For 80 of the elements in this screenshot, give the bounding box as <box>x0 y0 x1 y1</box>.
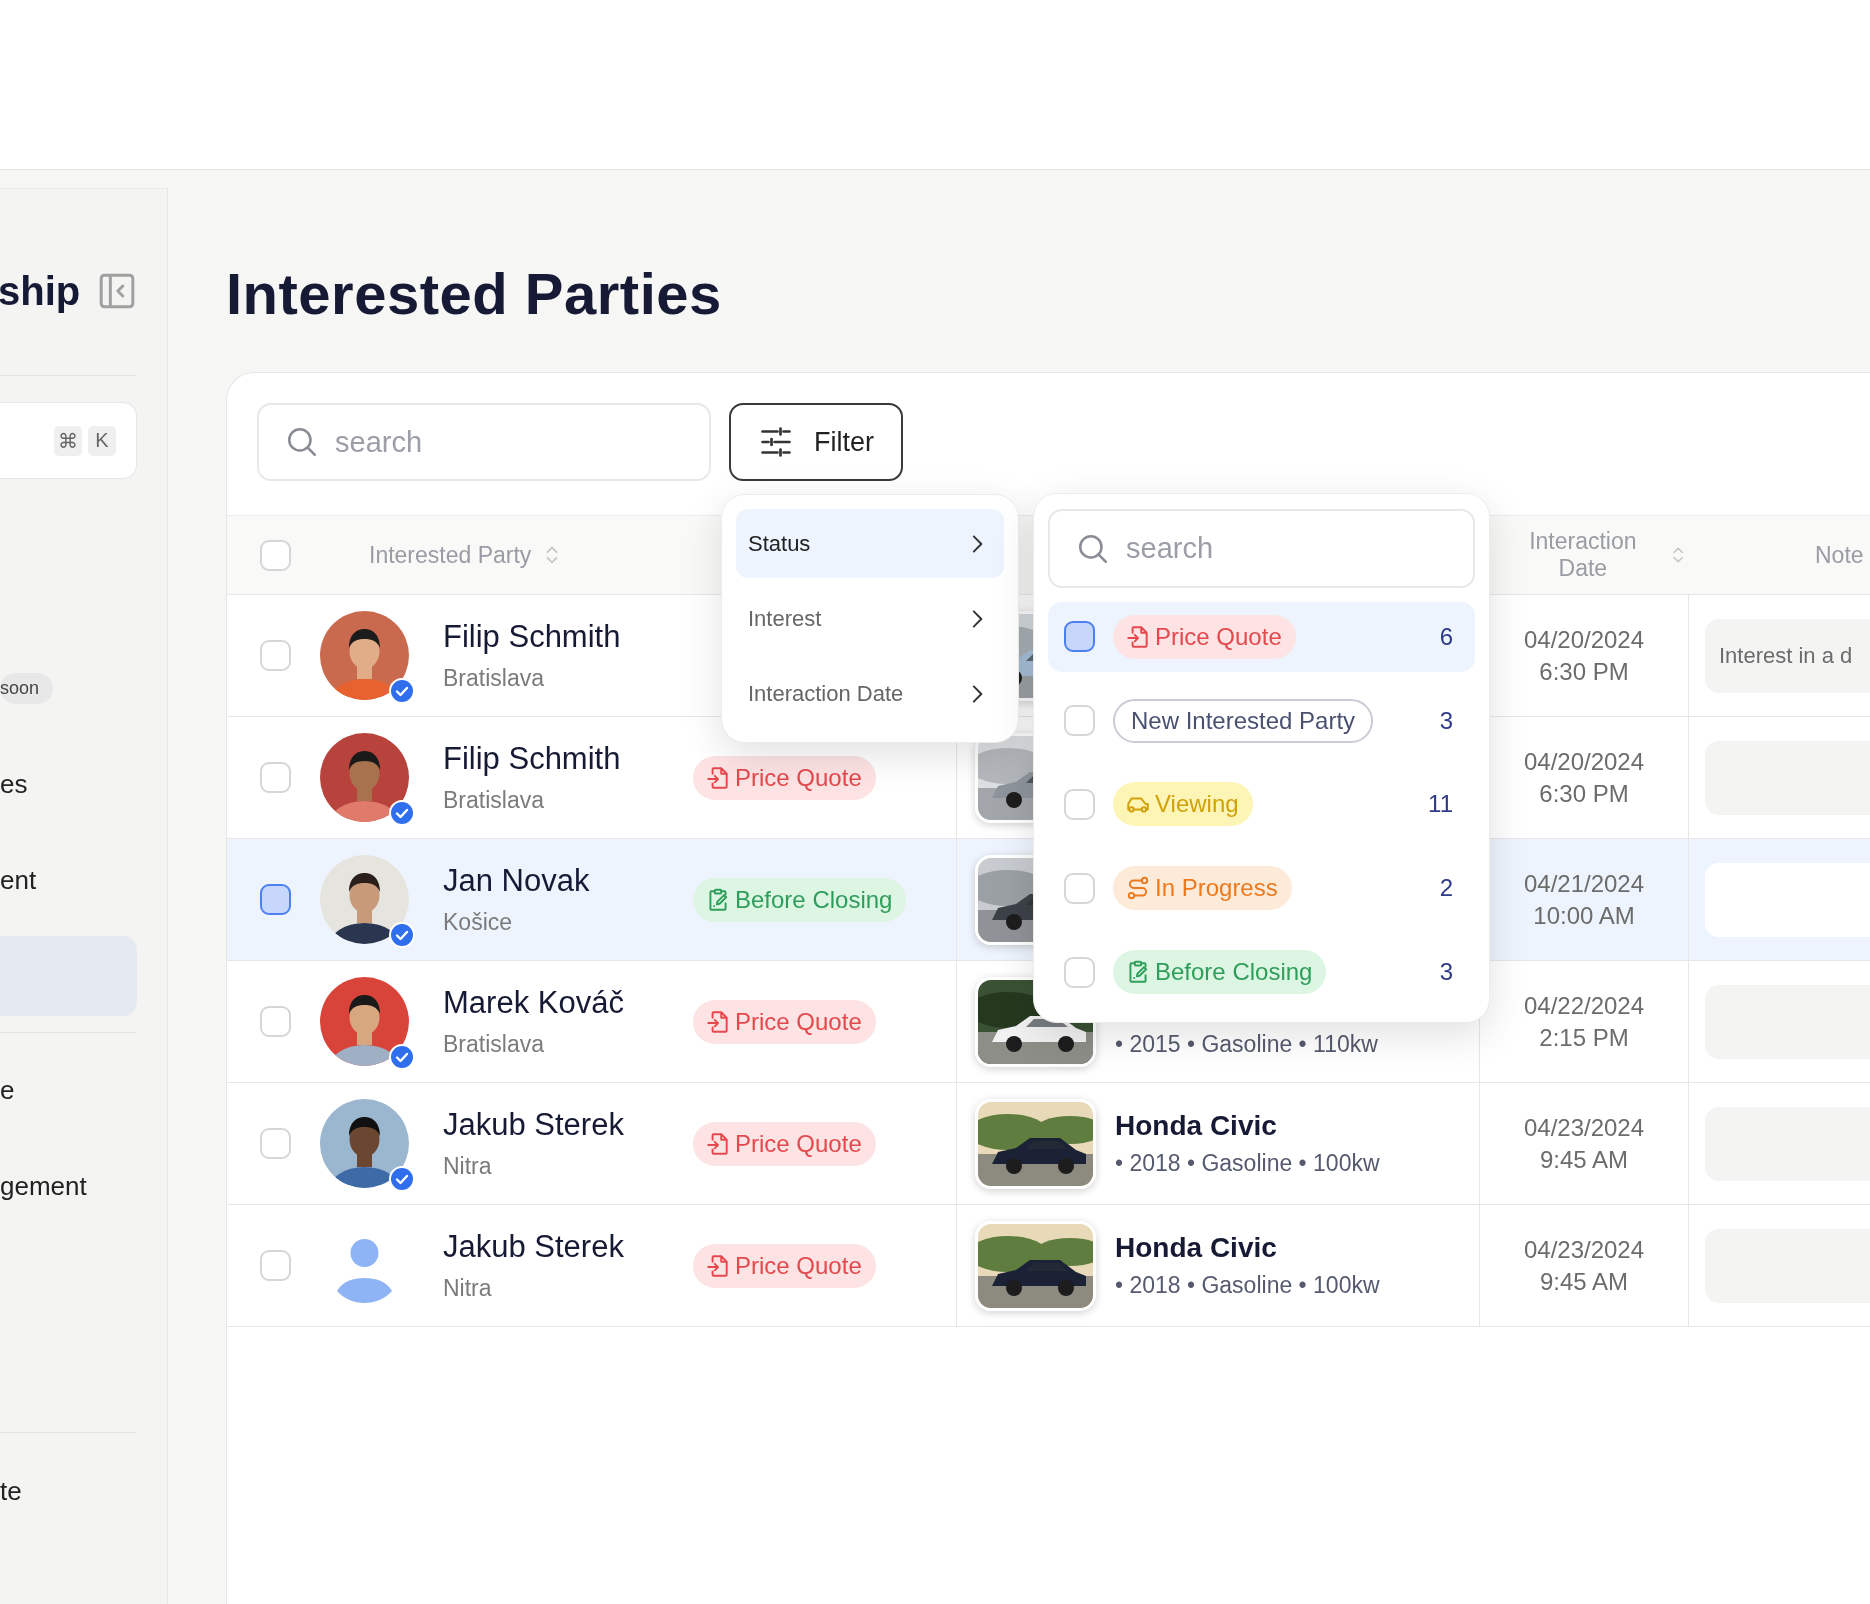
sidebar-title: ship <box>0 268 81 314</box>
collapse-sidebar-icon[interactable] <box>97 271 137 311</box>
interaction-date: 04/23/2024 <box>1523 1235 1645 1264</box>
person-city: Košice <box>443 909 514 936</box>
menu-item[interactable]: Status <box>736 509 1004 578</box>
status-badge: Price Quote <box>693 755 876 800</box>
status-option[interactable]: New Interested Party 3 <box>1048 685 1475 756</box>
search-field[interactable]: search <box>1048 509 1475 588</box>
document-arrow-icon <box>1125 623 1151 650</box>
status-badge: Price Quote <box>693 1243 876 1288</box>
person-name: Filip Schmith <box>443 741 621 777</box>
person-city: Bratislava <box>443 787 545 814</box>
status-badge: Price Quote <box>693 999 876 1044</box>
person-city: Bratislava <box>443 1031 545 1058</box>
vehicle-specs: • 2018 • Gasoline • 100kw <box>1115 1150 1380 1177</box>
interaction-time: 2:15 PM <box>1539 1023 1629 1052</box>
interaction-time: 6:30 PM <box>1539 657 1629 686</box>
interaction-time: 10:00 AM <box>1533 901 1635 930</box>
person-name: Jakub Sterek <box>443 1229 624 1265</box>
interaction-date: 04/22/2024 <box>1523 991 1645 1020</box>
option-count: 6 <box>1439 622 1453 651</box>
note-field[interactable]: Interest in a d <box>1705 618 1870 693</box>
document-arrow-icon <box>705 764 731 791</box>
interaction-date: 04/21/2024 <box>1523 869 1645 898</box>
status-option[interactable]: Before Closing 3 <box>1048 937 1475 1007</box>
status-option[interactable]: Price Quote 6 <box>1048 602 1475 672</box>
status-option[interactable]: Viewing 11 <box>1048 769 1475 840</box>
status-badge: Before Closing <box>693 877 907 922</box>
vehicle-specs: • 2018 • Gasoline • 100kw <box>1115 1272 1380 1299</box>
checkbox[interactable] <box>260 884 291 915</box>
person-name: Marek Kováč <box>443 985 624 1021</box>
search-field[interactable]: search <box>257 403 711 481</box>
status-badge: Viewing <box>1113 782 1253 827</box>
column-header: Note <box>1815 541 1865 569</box>
person-name: Jakub Sterek <box>443 1107 624 1143</box>
document-arrow-icon <box>705 1252 731 1279</box>
person-city: Bratislava <box>443 665 545 692</box>
nav-item[interactable]: e <box>0 1042 137 1138</box>
filter-icon <box>758 424 794 460</box>
shortcut-key: ⌘ <box>54 425 82 456</box>
menu-item[interactable]: Interaction Date <box>736 659 1004 728</box>
vehicle-specs: • 2015 • Gasoline • 110kw <box>1115 1031 1378 1058</box>
vehicle-model: Honda Civic <box>1115 1232 1278 1264</box>
person-city: Nitra <box>443 1275 493 1302</box>
status-badge: Before Closing <box>1113 950 1327 995</box>
search-field[interactable]: ⌘ K <box>0 402 137 479</box>
nav-item[interactable]: ent <box>0 832 137 928</box>
status-badge: Price Quote <box>1113 614 1296 659</box>
document-arrow-icon <box>705 1008 731 1035</box>
option-count: 3 <box>1439 958 1453 987</box>
person-name: Filip Schmith <box>443 619 621 655</box>
route-icon <box>1125 875 1151 902</box>
nav-badge: soon <box>0 672 54 704</box>
interaction-date: 04/20/2024 <box>1523 747 1645 776</box>
page-title: Interested Parties <box>226 260 723 328</box>
interaction-date: 04/23/2024 <box>1523 1113 1645 1142</box>
nav-item[interactable]: es <box>0 736 137 832</box>
checkbox[interactable] <box>1064 621 1095 653</box>
filter-button[interactable]: Filter <box>729 403 903 481</box>
document-arrow-icon <box>705 1130 731 1157</box>
vehicle-model: Honda Civic <box>1115 1110 1278 1142</box>
status-badge: In Progress <box>1113 866 1292 911</box>
menu-item[interactable]: Interest <box>736 584 1004 653</box>
search-icon <box>285 425 319 459</box>
interaction-time: 6:30 PM <box>1539 779 1629 808</box>
person-city: Nitra <box>443 1153 493 1180</box>
interaction-date: 04/20/2024 <box>1523 625 1645 654</box>
interaction-time: 9:45 AM <box>1539 1267 1629 1296</box>
status-badge: Price Quote <box>693 1121 876 1166</box>
nav-item[interactable]: gement <box>0 1138 137 1234</box>
status-option[interactable]: In Progress 2 <box>1048 853 1475 924</box>
option-count: 2 <box>1439 874 1453 903</box>
option-count: 3 <box>1439 706 1453 735</box>
shortcut-key: K <box>88 425 116 456</box>
person-name: Jan Novak <box>443 863 590 899</box>
nav-item[interactable]: te <box>0 1443 137 1539</box>
nav-item[interactable]: soon <box>0 640 137 736</box>
interaction-time: 9:45 AM <box>1539 1145 1629 1174</box>
option-count: 11 <box>1428 790 1453 819</box>
status-badge: New Interested Party <box>1113 698 1374 743</box>
